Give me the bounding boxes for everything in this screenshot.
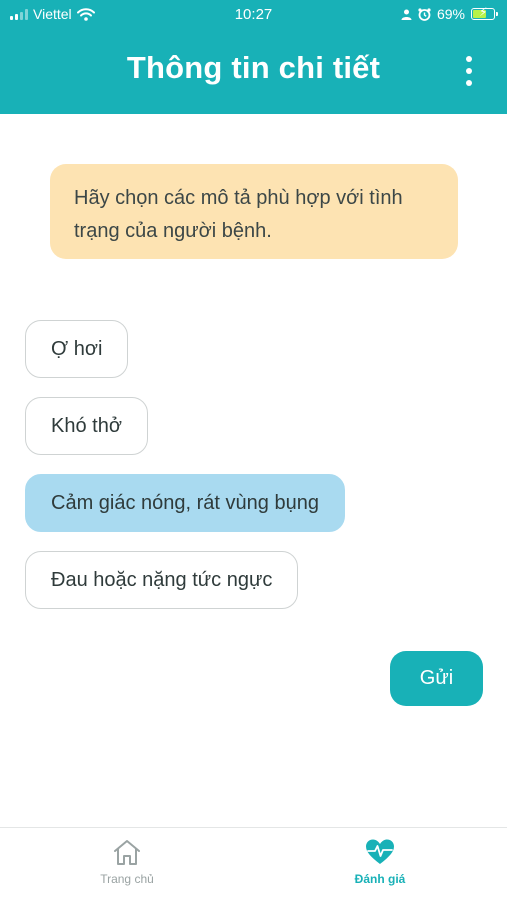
status-right: 69% ⚡: [401, 5, 498, 22]
send-button[interactable]: Gửi: [390, 651, 483, 706]
alarm-icon: [418, 7, 431, 21]
battery-icon: ⚡: [471, 5, 498, 20]
instruction-notice: Hãy chọn các mô tả phù hợp với tình trạn…: [50, 164, 458, 259]
battery-percent: 69%: [436, 6, 465, 22]
tab-home[interactable]: Trang chủ: [62, 838, 192, 896]
option-label: Khó thở: [51, 414, 122, 437]
tab-evaluate[interactable]: Đánh giá: [315, 838, 445, 896]
heart-pulse-icon: [366, 839, 394, 864]
option-cam-giac-nong[interactable]: Cảm giác nóng, rát vùng bụng: [25, 474, 345, 532]
tab-label: Đánh giá: [354, 872, 406, 886]
option-label: Đau hoặc nặng tức ngực: [51, 568, 273, 591]
bottom-tab-bar: Trang chủ Đánh giá: [0, 827, 507, 900]
option-label: Ợ hơi: [51, 337, 103, 360]
more-vertical-icon[interactable]: [459, 56, 479, 86]
home-icon: [114, 840, 140, 865]
app-header: Viettel 10:27 69% ⚡ Thông tin chi tiết: [0, 0, 507, 114]
page-title: Thông tin chi tiết: [126, 50, 381, 85]
option-o-hoi[interactable]: Ợ hơi: [25, 320, 129, 378]
charging-bolt-icon: ⚡: [479, 5, 488, 19]
tab-label: Trang chủ: [100, 872, 154, 886]
person-icon: [401, 9, 412, 20]
option-kho-tho[interactable]: Khó thở: [25, 397, 148, 455]
option-dau-nang-nguc[interactable]: Đau hoặc nặng tức ngực: [25, 551, 299, 609]
option-label: Cảm giác nóng, rát vùng bụng: [51, 491, 319, 514]
status-bar: Viettel 10:27 69% ⚡: [0, 0, 507, 30]
